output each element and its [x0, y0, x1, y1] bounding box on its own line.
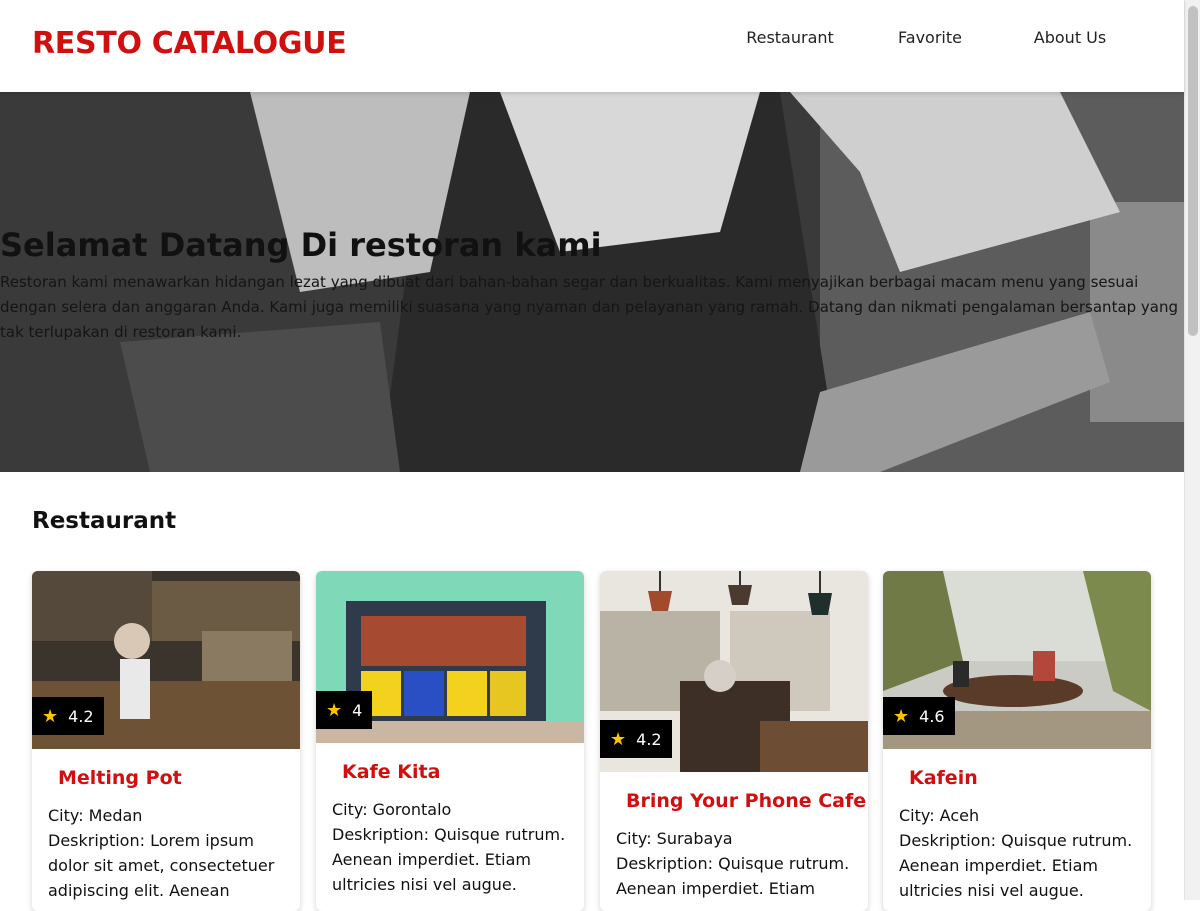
restaurant-name[interactable]: Bring Your Phone Cafe	[626, 790, 868, 812]
nav-restaurant[interactable]: Restaurant	[720, 26, 860, 49]
restaurant-image: ★ 4.2	[32, 571, 300, 749]
main-nav: Restaurant Favorite About Us	[720, 26, 1150, 49]
nav-favorite[interactable]: Favorite	[860, 26, 1000, 49]
restaurant-description: Deskription: Quisque rutrum. Aenean impe…	[616, 854, 850, 898]
rating-badge: ★ 4	[316, 691, 373, 729]
restaurant-city: City: Gorontalo	[332, 800, 452, 819]
star-icon: ★	[42, 705, 59, 727]
restaurant-info: City: Aceh Deskription: Quisque rutrum. …	[899, 803, 1135, 903]
restaurant-image: ★ 4	[316, 571, 584, 743]
restaurant-card[interactable]: ★ 4.2 Bring Your Phone Cafe City: Suraba…	[600, 571, 868, 911]
rating-badge: ★ 4.6	[883, 697, 955, 735]
rating-value: 4.2	[68, 706, 94, 726]
restaurant-card[interactable]: ★ 4 Kafe Kita City: Gorontalo Deskriptio…	[316, 571, 584, 911]
restaurant-name[interactable]: Kafe Kita	[342, 761, 584, 783]
restaurant-image: ★ 4.2	[600, 571, 868, 772]
app-header: RESTO CATALOGUE Restaurant Favorite Abou…	[0, 0, 1184, 92]
rating-badge: ★ 4.2	[600, 720, 672, 758]
rating-value: 4.2	[636, 729, 662, 749]
restaurant-image: ★ 4.6	[883, 571, 1151, 749]
hero-banner: Selamat Datang Di restoran kami Restoran…	[0, 92, 1184, 472]
hero-description: Restoran kami menawarkan hidangan lezat …	[0, 273, 1179, 342]
brand-title[interactable]: RESTO CATALOGUE	[32, 26, 347, 61]
page-scrollbar[interactable]	[1184, 0, 1200, 900]
hero-text: Selamat Datang Di restoran kami Restoran…	[0, 226, 1184, 345]
rating-value: 4	[352, 700, 363, 720]
star-icon: ★	[326, 699, 343, 721]
restaurant-card[interactable]: ★ 4.6 Kafein City: Aceh Deskription: Qui…	[883, 571, 1151, 911]
restaurant-city: City: Medan	[48, 806, 143, 825]
scrollbar-thumb[interactable]	[1188, 6, 1198, 336]
restaurant-city: City: Surabaya	[616, 829, 733, 848]
restaurant-card[interactable]: ★ 4.2 Melting Pot City: Medan Deskriptio…	[32, 571, 300, 911]
star-icon: ★	[610, 728, 627, 750]
hero-title: Selamat Datang Di restoran kami	[0, 226, 602, 264]
rating-badge: ★ 4.2	[32, 697, 104, 735]
star-icon: ★	[893, 705, 910, 727]
restaurant-city: City: Aceh	[899, 806, 980, 825]
nav-about-us[interactable]: About Us	[1000, 26, 1140, 49]
restaurant-description: Deskription: Quisque rutrum. Aenean impe…	[899, 831, 1133, 900]
rating-value: 4.6	[919, 706, 945, 726]
restaurant-info: City: Surabaya Deskription: Quisque rutr…	[616, 826, 852, 901]
restaurant-info: City: Medan Deskription: Lorem ipsum dol…	[48, 803, 284, 903]
restaurant-name[interactable]: Kafein	[909, 767, 1151, 789]
restaurant-description: Deskription: Quisque rutrum. Aenean impe…	[332, 825, 566, 894]
restaurant-description: Deskription: Lorem ipsum dolor sit amet,…	[48, 831, 275, 900]
restaurant-name[interactable]: Melting Pot	[58, 767, 300, 789]
restaurant-info: City: Gorontalo Deskription: Quisque rut…	[332, 797, 568, 897]
section-title: Restaurant	[32, 508, 177, 534]
